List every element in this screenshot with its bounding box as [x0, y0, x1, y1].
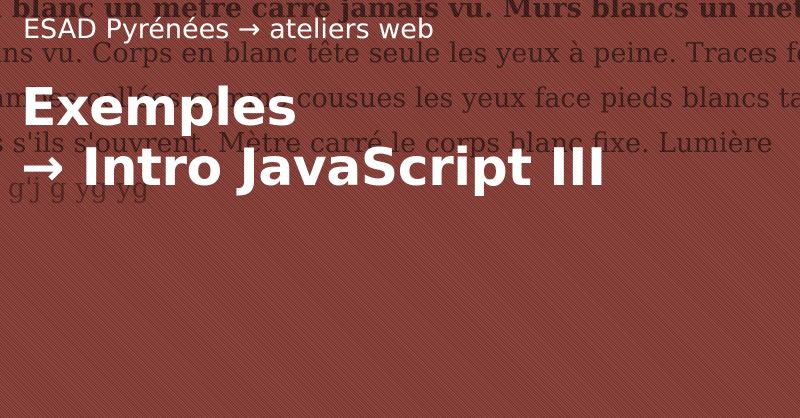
site-header: ESAD Pyrénées → ateliers web [23, 14, 435, 45]
page-title-line-1: Exemples [21, 78, 297, 138]
texture-overlay [0, 0, 800, 418]
page-title: Exemples → Intro JavaScript III [21, 78, 606, 198]
page-title-line-2: → Intro JavaScript III [21, 138, 606, 198]
background-text: l blanc un mètre carré jamais vu. Murs b… [0, 0, 800, 418]
